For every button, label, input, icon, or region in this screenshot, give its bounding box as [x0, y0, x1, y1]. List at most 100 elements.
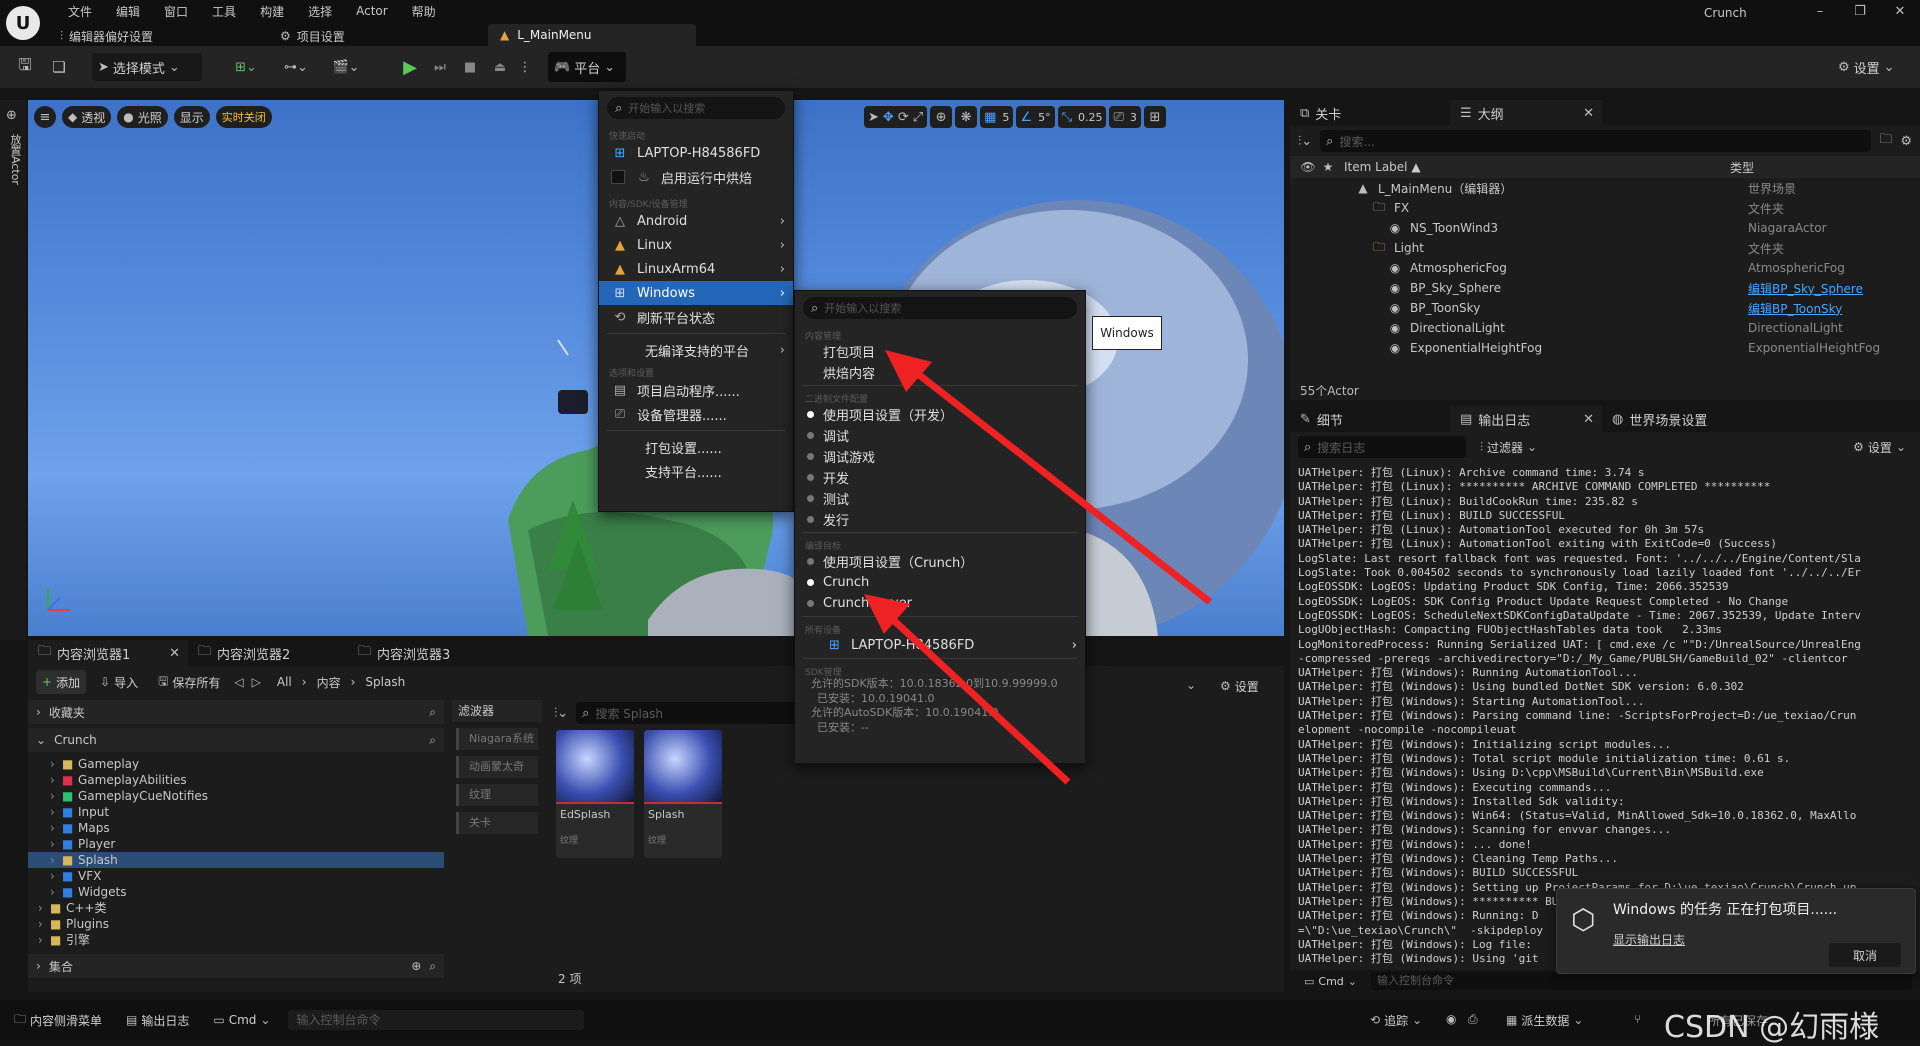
close-icon[interactable]: ✕	[1880, 4, 1920, 19]
root-folder-item[interactable]: › ■ C++类	[28, 900, 444, 916]
menu-item-bake-on-run[interactable]: ♨ 启用运行中烘焙	[599, 165, 793, 189]
target-option[interactable]: 使用项目设置（Crunch）	[795, 551, 1085, 572]
chevron-right-icon[interactable]: ›	[38, 900, 50, 916]
chevron-right-icon[interactable]: ›	[50, 868, 62, 884]
chevron-down-icon[interactable]: ⌄	[1186, 678, 1196, 692]
chevron-right-icon[interactable]: ›	[38, 932, 50, 948]
config-option[interactable]: 测试	[795, 488, 1085, 509]
tab-output-log[interactable]: ▤ 输出日志 ✕	[1450, 406, 1602, 432]
minimize-icon[interactable]: –	[1800, 4, 1840, 19]
tab-editor-preferences[interactable]: ⫶ 编辑器偏好设置	[60, 28, 280, 45]
menu-item-linux[interactable]: ▲ Linux ›	[599, 233, 793, 257]
outliner-row[interactable]: ◉ BP_ToonSky 编辑BP_ToonSky	[1290, 298, 1920, 318]
restore-icon[interactable]: ❐	[1840, 4, 1880, 19]
menu-item-package-project[interactable]: 打包项目	[795, 341, 1085, 362]
cmd-dropdown[interactable]: ▭ Cmd ⌄	[1298, 971, 1363, 991]
tab-level-main-menu[interactable]: ▲ L_MainMenu	[488, 24, 696, 46]
tab-content-browser-2[interactable]: 🗀 内容浏览器2	[188, 640, 348, 666]
surface-snap-icon[interactable]: ❋	[955, 106, 978, 128]
tab-project-settings[interactable]: ⚙ 项目设置	[280, 28, 484, 45]
record-icon[interactable]: ◉	[1446, 1012, 1456, 1026]
crumb-content[interactable]: 内容	[317, 674, 341, 691]
folder-item[interactable]: › ■ Maps	[28, 820, 444, 836]
log-settings-button[interactable]: ⚙ 设置 ⌄	[1847, 435, 1912, 459]
save-icon[interactable]: 🖫	[12, 54, 38, 81]
root-folder-item[interactable]: › ■ 引擎	[28, 932, 444, 948]
menu-item-cook-content[interactable]: 烘焙内容	[795, 362, 1085, 383]
favorites-header[interactable]: › 收藏夹 ⌕	[28, 700, 444, 724]
folder-item[interactable]: › ■ Gameplay	[28, 756, 444, 772]
menu-build[interactable]: 构建	[248, 3, 296, 20]
tab-details[interactable]: ✎ 细节	[1290, 406, 1450, 432]
layout-icon[interactable]: ⊞	[1143, 106, 1166, 128]
folder-item[interactable]: › ■ Splash	[28, 852, 444, 868]
config-option[interactable]: 开发	[795, 467, 1085, 488]
world-local-icon[interactable]: ⊕	[930, 106, 953, 128]
log-filter-button[interactable]: ⫶ 过滤器 ⌄	[1474, 435, 1543, 459]
menu-item-linuxarm64[interactable]: ▲ LinuxArm64 ›	[599, 257, 793, 281]
folder-item[interactable]: › ■ Widgets	[28, 884, 444, 900]
gear-icon[interactable]: ⚙	[1900, 134, 1912, 149]
unreal-logo-icon[interactable]: U	[6, 6, 40, 40]
status-cmd-dropdown[interactable]: ▭ Cmd ⌄	[207, 1008, 276, 1032]
menu-item-no-compile[interactable]: 无编译支持的平台 ›	[599, 338, 793, 362]
crunch-header[interactable]: ⌄ Crunch ⌕	[28, 728, 444, 752]
cancel-button[interactable]: 取消	[1829, 943, 1901, 967]
outliner-row[interactable]: ◉ NS_ToonWind3 NiagaraActor	[1290, 218, 1920, 238]
outliner-row[interactable]: ◉ DirectionalLight DirectionalLight	[1290, 318, 1920, 338]
chevron-right-icon[interactable]: ›	[38, 916, 50, 932]
tab-world-settings[interactable]: ◍ 世界场景设置	[1602, 406, 1782, 432]
import-button[interactable]: ⇩ 导入	[94, 670, 144, 694]
folder-item[interactable]: › ■ Input	[28, 804, 444, 820]
chevron-right-icon[interactable]: ›	[50, 772, 62, 788]
menu-item-refresh[interactable]: ⟲ 刷新平台状态	[599, 305, 793, 329]
folder-item[interactable]: › ■ VFX	[28, 868, 444, 884]
menu-tools[interactable]: 工具	[200, 3, 248, 20]
outliner-row[interactable]: 🗀 FX 文件夹	[1290, 198, 1920, 218]
close-icon[interactable]: ✕	[1583, 412, 1594, 427]
menu-window[interactable]: 窗口	[152, 3, 200, 20]
cinematics-icon[interactable]: 🎬⌄	[324, 60, 368, 75]
menu-item-windows[interactable]: ⊞ Windows ›	[599, 281, 793, 305]
camera-speed[interactable]: ⎚ 3	[1109, 106, 1141, 128]
outliner-row[interactable]: ◉ AtmosphericFog AtmosphericFog	[1290, 258, 1920, 278]
source-control-icon[interactable]: ⑂	[1634, 1012, 1641, 1026]
scale-tool-icon[interactable]: ⤢	[913, 110, 923, 125]
add-actor-icon[interactable]: ⊞⌄	[224, 60, 268, 75]
add-folder-icon[interactable]: 🗀	[1879, 130, 1892, 152]
menu-item-supported-platforms[interactable]: 支持平台......	[599, 459, 793, 483]
tab-content-browser-1[interactable]: 🗀 内容浏览器1 ✕	[28, 640, 188, 666]
content-drawer-button[interactable]: 🗀 内容侧滑菜单	[8, 1008, 108, 1032]
tab-levels[interactable]: ⧉ 关卡	[1290, 100, 1450, 126]
folder-item[interactable]: › ■ GameplayCueNotifies	[28, 788, 444, 804]
outliner-search-input[interactable]: ⌕ 搜索...	[1320, 130, 1872, 152]
outliner-row[interactable]: 🗀 Light 文件夹	[1290, 238, 1920, 258]
column-item-label[interactable]: Item Label ▲	[1338, 160, 1730, 174]
hamburger-icon[interactable]: ≡	[34, 106, 56, 128]
tab-content-browser-3[interactable]: 🗀 内容浏览器3	[348, 640, 508, 666]
outliner-row-type[interactable]: 编辑BP_Sky_Sphere	[1748, 280, 1863, 297]
filter-icon[interactable]: ⫶⌄	[554, 706, 568, 721]
chevron-right-icon[interactable]: ›	[50, 756, 62, 772]
trace-button[interactable]: ⟲ 追踪 ⌄	[1364, 1008, 1428, 1032]
back-icon[interactable]: ◁	[234, 675, 243, 689]
perspective-button[interactable]: ◆ 透视	[62, 106, 112, 128]
place-actor-icon[interactable]: ⊕	[6, 108, 17, 123]
grid-snap[interactable]: ▦ 5	[980, 106, 1014, 128]
content-settings-button[interactable]: ⚙ 设置	[1214, 674, 1265, 698]
step-icon[interactable]: ⏭	[428, 60, 452, 75]
chevron-right-icon[interactable]: ›	[50, 820, 62, 836]
log-search-input[interactable]: ⌕ 搜索日志	[1298, 436, 1466, 458]
browse-icon[interactable]: ❏	[44, 58, 74, 76]
blueprint-icon[interactable]: ⊶⌄	[274, 60, 318, 75]
eject-icon[interactable]: ⏏	[488, 60, 512, 75]
play-icon[interactable]: ▶	[398, 57, 422, 78]
config-option[interactable]: 发行	[795, 509, 1085, 530]
close-icon[interactable]: ✕	[169, 646, 180, 661]
mode-select-button[interactable]: ➤ 选择模式 ⌄	[92, 53, 202, 81]
move-tool-icon[interactable]: ✥	[883, 110, 894, 125]
platform-button[interactable]: 🎮 平台 ⌄	[548, 52, 626, 82]
filter-chip[interactable]: 纹理	[456, 784, 538, 806]
close-icon[interactable]: ✕	[1583, 106, 1594, 121]
menu-item-package-settings[interactable]: 打包设置......	[599, 435, 793, 459]
